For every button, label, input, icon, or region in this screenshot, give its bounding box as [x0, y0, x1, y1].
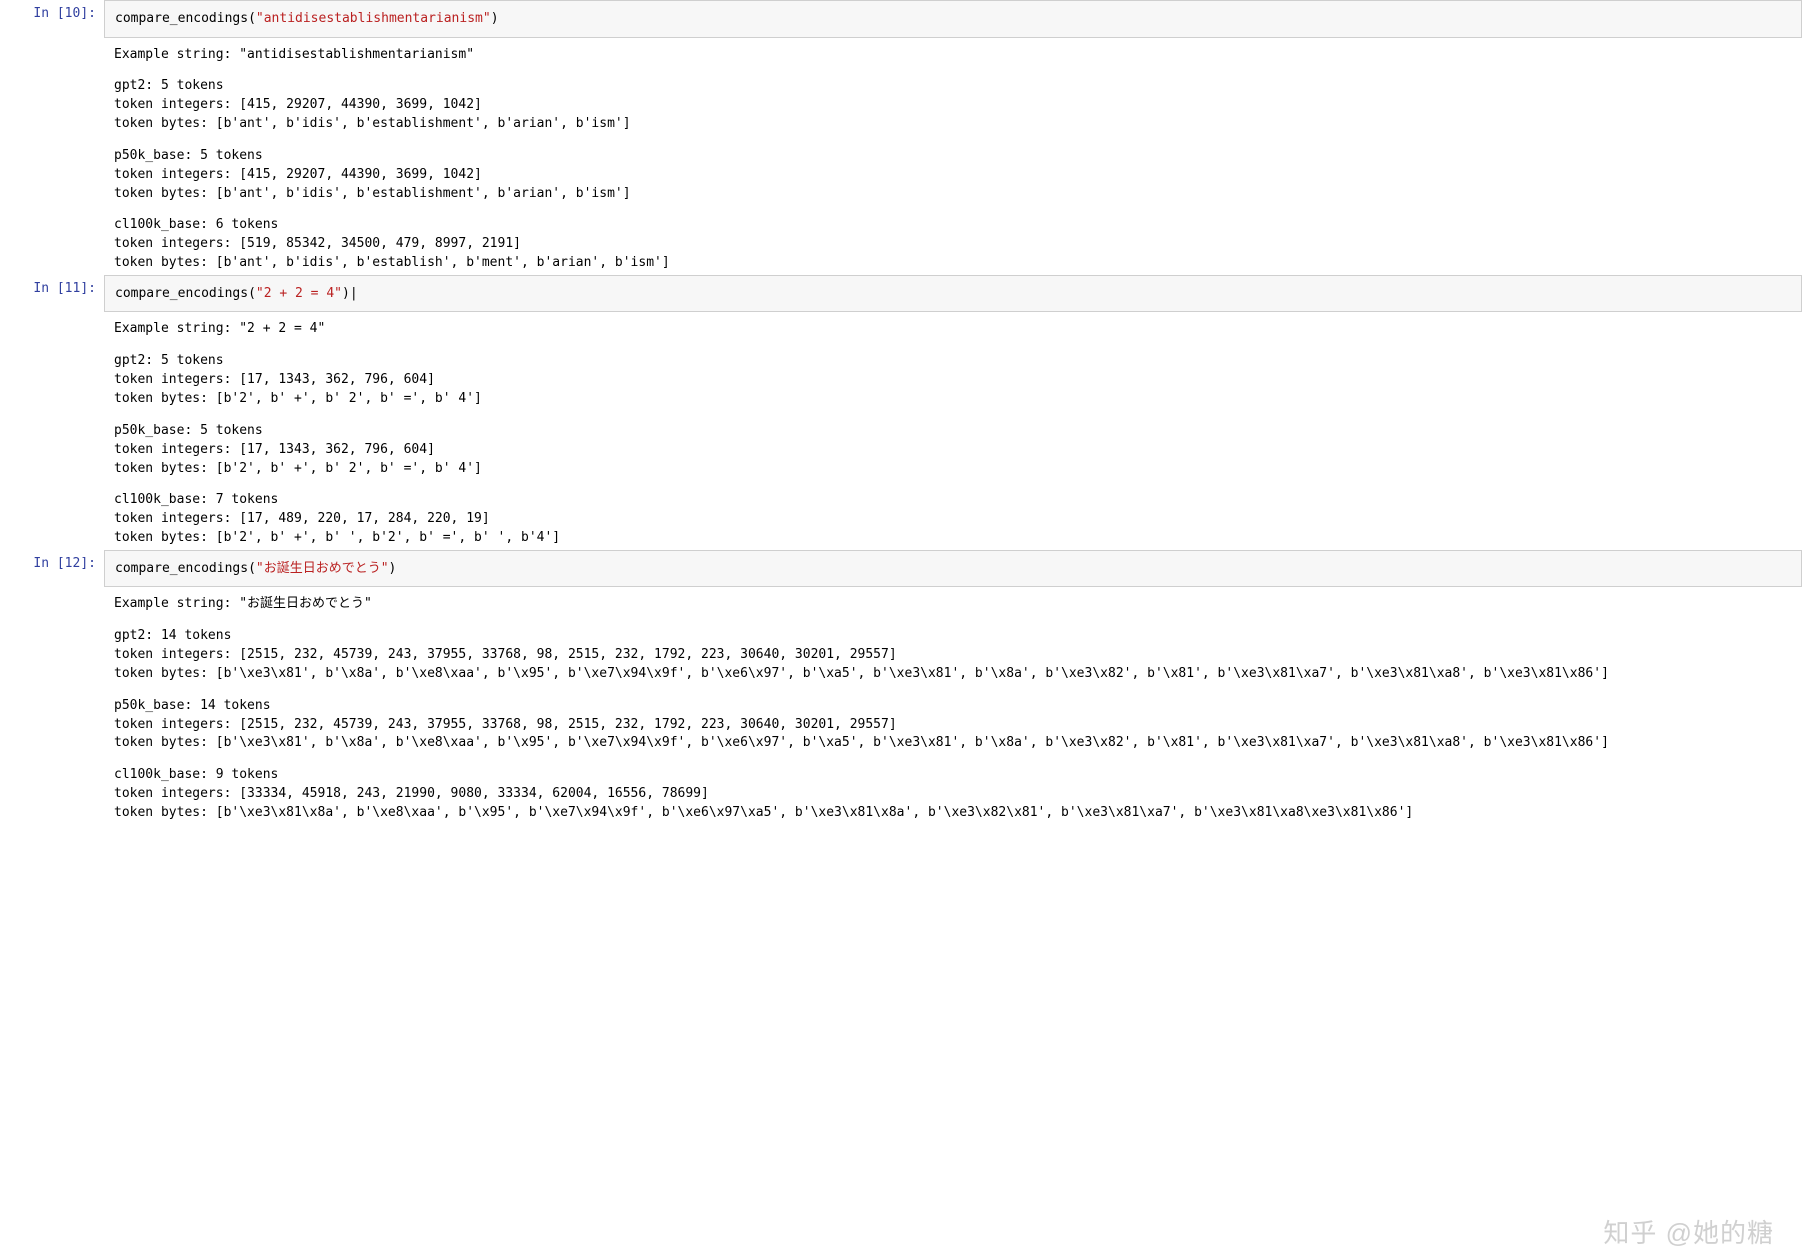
output-line: token bytes: [b'2', b' +', b' 2', b' =',…: [114, 460, 1792, 479]
string-argument: "antidisestablishmentarianism": [256, 11, 491, 26]
output-text: Example string: "お誕生日おめでとう" gpt2: 14 toke…: [104, 587, 1802, 824]
output-line: token integers: [415, 29207, 44390, 3699…: [114, 166, 1792, 185]
output-text: Example string: "antidisestablishmentari…: [104, 38, 1802, 275]
function-name: compare_encodings: [115, 561, 248, 576]
output-prompt: [0, 587, 104, 824]
output-line: token bytes: [b'\xe3\x81', b'\x8a', b'\x…: [114, 665, 1792, 684]
input-prompt: In [10]:: [0, 0, 104, 38]
output-line: Example string: "お誕生日おめでとう": [114, 595, 1792, 614]
output-line: token bytes: [b'2', b' +', b' 2', b' =',…: [114, 390, 1792, 409]
output-line: [114, 409, 1792, 422]
input-cell: In [10]:compare_encodings("antidisestabl…: [0, 0, 1802, 38]
code-input[interactable]: compare_encodings("2 + 2 = 4")|: [104, 275, 1802, 313]
string-argument: "お誕生日おめでとう": [256, 561, 389, 576]
output-cell: Example string: "お誕生日おめでとう" gpt2: 14 toke…: [0, 587, 1802, 824]
output-line: token integers: [17, 1343, 362, 796, 604…: [114, 371, 1792, 390]
output-line: p50k_base: 14 tokens: [114, 697, 1792, 716]
output-line: token bytes: [b'ant', b'idis', b'establi…: [114, 185, 1792, 204]
input-cell: In [12]:compare_encodings("お誕生日おめでとう"): [0, 550, 1802, 588]
output-line: gpt2: 14 tokens: [114, 627, 1792, 646]
output-line: token integers: [2515, 232, 45739, 243, …: [114, 716, 1792, 735]
output-line: token integers: [2515, 232, 45739, 243, …: [114, 646, 1792, 665]
paren-close: ): [491, 11, 499, 26]
output-line: token bytes: [b'2', b' +', b' ', b'2', b…: [114, 529, 1792, 548]
code-input[interactable]: compare_encodings("お誕生日おめでとう"): [104, 550, 1802, 588]
input-cell: In [11]:compare_encodings("2 + 2 = 4")|: [0, 275, 1802, 313]
output-cell: Example string: "2 + 2 = 4" gpt2: 5 token…: [0, 312, 1802, 549]
output-line: token integers: [415, 29207, 44390, 3699…: [114, 96, 1792, 115]
input-prompt: In [12]:: [0, 550, 104, 588]
output-line: token bytes: [b'ant', b'idis', b'establi…: [114, 254, 1792, 273]
string-argument: "2 + 2 = 4": [256, 286, 342, 301]
output-line: Example string: "2 + 2 = 4": [114, 320, 1792, 339]
function-name: compare_encodings: [115, 11, 248, 26]
output-line: [114, 134, 1792, 147]
output-cell: Example string: "antidisestablishmentari…: [0, 38, 1802, 275]
code-input[interactable]: compare_encodings("antidisestablishmenta…: [104, 0, 1802, 38]
output-line: p50k_base: 5 tokens: [114, 147, 1792, 166]
text-cursor: |: [350, 286, 358, 301]
paren-close: ): [389, 561, 397, 576]
output-line: [114, 753, 1792, 766]
paren-open: (: [248, 561, 256, 576]
output-line: token integers: [33334, 45918, 243, 2199…: [114, 785, 1792, 804]
output-text: Example string: "2 + 2 = 4" gpt2: 5 token…: [104, 312, 1802, 549]
output-line: gpt2: 5 tokens: [114, 77, 1792, 96]
notebook-container: In [10]:compare_encodings("antidisestabl…: [0, 0, 1802, 825]
output-line: cl100k_base: 9 tokens: [114, 766, 1792, 785]
output-line: token bytes: [b'ant', b'idis', b'establi…: [114, 115, 1792, 134]
output-line: token integers: [17, 1343, 362, 796, 604…: [114, 441, 1792, 460]
paren-open: (: [248, 286, 256, 301]
output-line: token integers: [17, 489, 220, 17, 284, …: [114, 510, 1792, 529]
output-line: Example string: "antidisestablishmentari…: [114, 46, 1792, 65]
input-prompt: In [11]:: [0, 275, 104, 313]
output-line: [114, 203, 1792, 216]
output-line: token bytes: [b'\xe3\x81\x8a', b'\xe8\xa…: [114, 804, 1792, 823]
watermark-text: 知乎 @她的糖: [1603, 1213, 1774, 1250]
output-prompt: [0, 312, 104, 549]
output-line: [114, 339, 1792, 352]
function-name: compare_encodings: [115, 286, 248, 301]
output-line: gpt2: 5 tokens: [114, 352, 1792, 371]
output-line: [114, 684, 1792, 697]
output-line: cl100k_base: 7 tokens: [114, 491, 1792, 510]
output-line: cl100k_base: 6 tokens: [114, 216, 1792, 235]
output-prompt: [0, 38, 104, 275]
paren-close: ): [342, 286, 350, 301]
paren-open: (: [248, 11, 256, 26]
output-line: p50k_base: 5 tokens: [114, 422, 1792, 441]
output-line: [114, 64, 1792, 77]
output-line: [114, 478, 1792, 491]
output-line: token bytes: [b'\xe3\x81', b'\x8a', b'\x…: [114, 734, 1792, 753]
output-line: [114, 614, 1792, 627]
output-line: token integers: [519, 85342, 34500, 479,…: [114, 235, 1792, 254]
